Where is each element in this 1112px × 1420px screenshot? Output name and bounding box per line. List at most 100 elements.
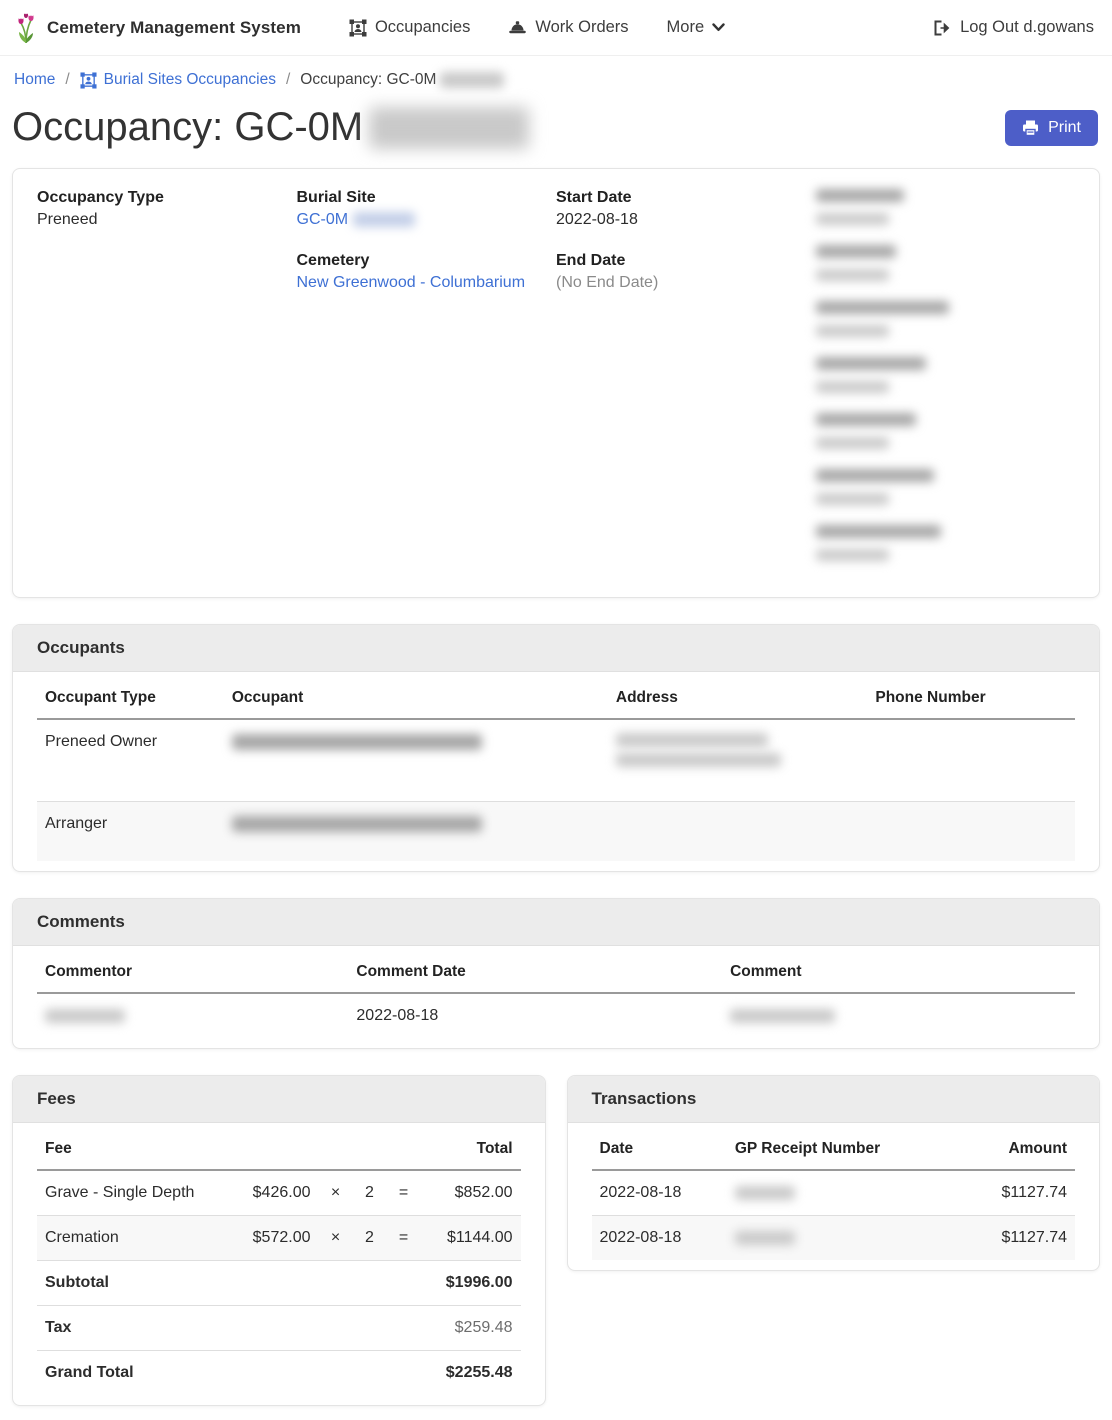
details-col-4-redacted <box>816 189 1076 581</box>
occupancy-type-label: Occupancy Type <box>37 189 297 207</box>
breadcrumb-home-link[interactable]: Home <box>14 71 55 89</box>
burial-site-field: Burial Site GC-0M <box>297 189 557 229</box>
comment-row: 2022-08-18 <box>37 993 1075 1038</box>
transactions-header-receipt: GP Receipt Number <box>727 1127 940 1170</box>
tulip-logo-icon <box>14 12 38 44</box>
transaction-receipt-cell <box>727 1216 940 1261</box>
fee-row: Grave - Single Depth $426.00 × 2 = $852.… <box>37 1170 521 1216</box>
occupants-header-type: Occupant Type <box>37 676 224 719</box>
comment-cell <box>722 993 1075 1038</box>
fee-name-cell: Grave - Single Depth <box>37 1170 227 1216</box>
fees-section: Fees Fee Total Grave - Single Depth <box>12 1075 546 1406</box>
transactions-table: Date GP Receipt Number Amount 2022-08-18… <box>592 1127 1076 1260</box>
comment-date-cell: 2022-08-18 <box>348 993 722 1038</box>
redacted-field <box>816 469 1076 505</box>
nav-item-occupancies[interactable]: Occupancies <box>335 10 484 45</box>
fee-times-cell: × <box>319 1216 353 1261</box>
fee-equals-cell: = <box>387 1216 421 1261</box>
bottom-row: Fees Fee Total Grave - Single Depth <box>12 1075 1100 1406</box>
grand-total-label: Grand Total <box>37 1351 227 1396</box>
comments-table: Commentor Comment Date Comment 2022-08-1… <box>37 950 1075 1038</box>
occupants-header-occupant: Occupant <box>224 676 608 719</box>
end-date-field: End Date (No End Date) <box>556 252 816 292</box>
redacted-field <box>816 301 1076 337</box>
logout-link[interactable]: Log Out d.gowans <box>933 18 1094 37</box>
logout-icon <box>933 20 951 36</box>
nav-item-more-label: More <box>667 18 705 37</box>
chevron-down-icon <box>712 23 725 32</box>
occupant-type-cell: Preneed Owner <box>37 719 224 802</box>
start-date-field: Start Date 2022-08-18 <box>556 189 816 229</box>
occupants-title: Occupants <box>13 625 1099 672</box>
occupant-type-cell: Arranger <box>37 802 224 862</box>
comments-section: Comments Commentor Comment Date Comment … <box>12 898 1100 1049</box>
fee-total-cell: $1144.00 <box>421 1216 521 1261</box>
details-col-3: Start Date 2022-08-18 End Date (No End D… <box>556 189 816 581</box>
fee-equals-cell: = <box>387 1170 421 1216</box>
occupant-phone-cell <box>867 719 1075 802</box>
fees-grand-total-row: Grand Total $2255.48 <box>37 1351 521 1396</box>
end-date-label: End Date <box>556 252 816 270</box>
title-redacted-text <box>369 107 529 149</box>
subtotal-label: Subtotal <box>37 1261 227 1306</box>
occupant-row: Preneed Owner <box>37 719 1075 802</box>
hard-hat-icon <box>508 19 527 36</box>
logout-label: Log Out d.gowans <box>960 18 1094 37</box>
nav-item-work-orders[interactable]: Work Orders <box>494 10 642 45</box>
comments-header-commentor: Commentor <box>37 950 348 993</box>
transaction-date-cell: 2022-08-18 <box>592 1170 727 1216</box>
transactions-header-date: Date <box>592 1127 727 1170</box>
end-date-value: (No End Date) <box>556 274 816 292</box>
brand[interactable]: Cemetery Management System <box>14 12 301 44</box>
occupancy-type-field: Occupancy Type Preneed <box>37 189 297 229</box>
burial-site-label: Burial Site <box>297 189 557 207</box>
fees-tax-row: Tax $259.48 <box>37 1306 521 1351</box>
breadcrumb-occupancies-link[interactable]: Burial Sites Occupancies <box>104 71 276 89</box>
print-button[interactable]: Print <box>1005 110 1098 146</box>
fees-header-fee: Fee <box>37 1127 227 1170</box>
burial-site-link[interactable]: GC-0M <box>297 211 349 228</box>
breadcrumb: Home / Burial Sites Occupancies / Occupa… <box>0 56 1112 99</box>
breadcrumb-redacted-text <box>440 72 504 88</box>
fees-table: Fee Total Grave - Single Depth $426.00 ×… <box>37 1127 521 1395</box>
transaction-amount-cell: $1127.74 <box>940 1170 1075 1216</box>
occupant-address-cell <box>608 719 868 802</box>
redacted-field <box>816 413 1076 449</box>
commentor-cell <box>37 993 348 1038</box>
transactions-header-amount: Amount <box>940 1127 1075 1170</box>
comments-header-comment: Comment <box>722 950 1075 993</box>
transaction-row: 2022-08-18 $1127.74 <box>592 1216 1076 1261</box>
occupant-name-cell <box>224 719 608 802</box>
occupant-name-cell <box>224 802 608 862</box>
redacted-field <box>816 357 1076 393</box>
nav-item-more[interactable]: More <box>653 10 740 45</box>
fees-title: Fees <box>13 1076 545 1123</box>
details-col-1: Occupancy Type Preneed <box>37 189 297 581</box>
occupancy-type-value: Preneed <box>37 211 297 229</box>
subtotal-value: $1996.00 <box>227 1261 521 1306</box>
fee-total-cell: $852.00 <box>421 1170 521 1216</box>
fee-times-cell: × <box>319 1170 353 1216</box>
navbar: Cemetery Management System Occupancies W <box>0 0 1112 56</box>
transaction-date-cell: 2022-08-18 <box>592 1216 727 1261</box>
occupant-address-cell <box>608 802 868 862</box>
fees-subtotal-row: Subtotal $1996.00 <box>37 1261 521 1306</box>
grand-total-value: $2255.48 <box>227 1351 521 1396</box>
print-button-label: Print <box>1048 119 1081 137</box>
breadcrumb-separator: / <box>286 71 290 89</box>
breadcrumb-occupancies-icon <box>80 72 97 89</box>
fee-row: Cremation $572.00 × 2 = $1144.00 <box>37 1216 521 1261</box>
details-card: Occupancy Type Preneed Burial Site GC-0M… <box>12 168 1100 598</box>
occupant-row: Arranger <box>37 802 1075 862</box>
page-title: Occupancy: GC-0M <box>12 105 529 150</box>
tax-value: $259.48 <box>227 1306 521 1351</box>
start-date-label: Start Date <box>556 189 816 207</box>
page-header: Occupancy: GC-0M Print <box>0 99 1112 168</box>
fees-header-total: Total <box>421 1127 521 1170</box>
transaction-row: 2022-08-18 $1127.74 <box>592 1170 1076 1216</box>
occupants-header-address: Address <box>608 676 868 719</box>
cemetery-link[interactable]: New Greenwood - Columbarium <box>297 274 526 291</box>
fee-price-cell: $572.00 <box>227 1216 319 1261</box>
burial-site-redacted <box>353 212 415 227</box>
brand-title: Cemetery Management System <box>47 18 301 38</box>
